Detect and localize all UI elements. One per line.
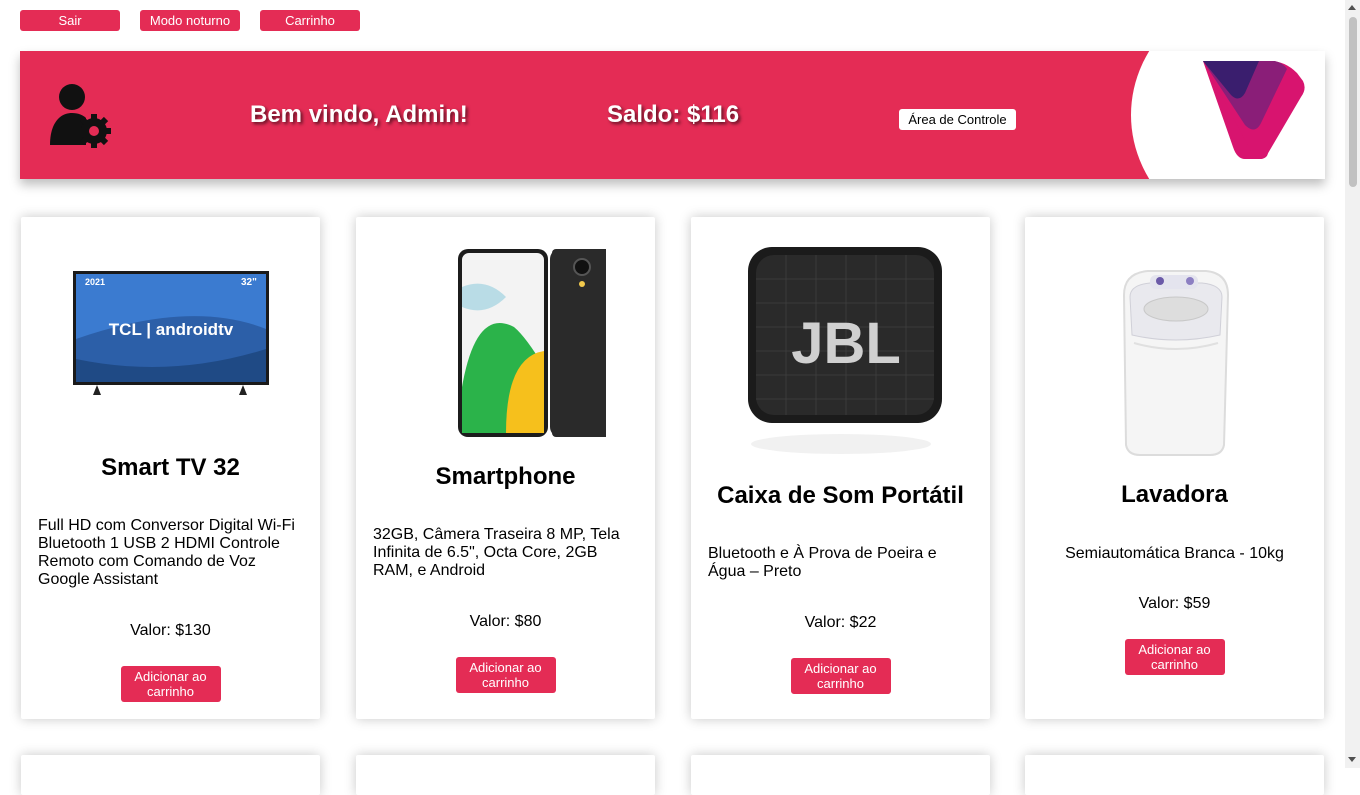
balance-display: Saldo: $116 xyxy=(607,101,740,128)
product-image-speaker: JBL xyxy=(691,239,990,457)
scroll-up-icon[interactable] xyxy=(1348,5,1356,10)
add-to-cart-button[interactable]: Adicionar ao carrinho xyxy=(455,657,556,693)
add-to-cart-button[interactable]: Adicionar ao carrinho xyxy=(790,658,891,694)
cart-button[interactable]: Carrinho xyxy=(260,10,360,31)
tv-brand-text: TCL | androidtv xyxy=(108,320,233,339)
add-to-cart-button[interactable]: Adicionar ao carrinho xyxy=(1124,639,1225,675)
header-banner: Bem vindo, Admin! Saldo: $116 Área de Co… xyxy=(20,51,1325,179)
speaker-brand-text: JBL xyxy=(791,311,901,376)
tv-year-badge: 2021 xyxy=(85,277,105,287)
product-image-tv: 2021 32" TCL | androidtv xyxy=(21,269,320,399)
product-card-row2-4 xyxy=(1025,755,1324,795)
admin-settings-icon xyxy=(50,84,111,148)
product-price: Valor: $22 xyxy=(804,614,877,631)
brand-logo-icon xyxy=(1203,61,1305,159)
product-card-smartphone: Smartphone 32GB, Câmera Traseira 8 MP, T… xyxy=(356,217,655,719)
product-card-row2-1 xyxy=(21,755,320,795)
product-price: Valor: $59 xyxy=(1138,595,1211,612)
logout-button[interactable]: Sair xyxy=(20,10,120,31)
welcome-message: Bem vindo, Admin! xyxy=(250,101,468,128)
tv-size-badge: 32" xyxy=(241,277,257,288)
product-description: Full HD com Conversor Digital Wi-Fi Blue… xyxy=(38,517,295,588)
product-title: Smart TV 32 xyxy=(101,454,240,481)
product-card-row2-3 xyxy=(691,755,990,795)
product-description: 32GB, Câmera Traseira 8 MP, Tela Infinit… xyxy=(373,526,620,579)
product-card-smart-tv: 2021 32" TCL | androidtv Smart TV 32 Ful… xyxy=(21,217,320,719)
product-title: Lavadora xyxy=(1121,481,1228,508)
page-scrollbar[interactable] xyxy=(1345,0,1360,768)
dark-mode-button[interactable]: Modo noturno xyxy=(140,10,240,31)
scroll-thumb[interactable] xyxy=(1349,17,1357,187)
control-area-button[interactable]: Área de Controle xyxy=(899,109,1016,130)
product-title: Caixa de Som Portátil xyxy=(717,482,964,509)
product-card-washer: Lavadora Semiautomática Branca - 10kg Va… xyxy=(1025,217,1324,719)
product-description: Bluetooth e À Prova de Poeira e Água – P… xyxy=(708,545,937,580)
add-to-cart-button[interactable]: Adicionar ao carrinho xyxy=(120,666,221,702)
product-card-speaker: JBL Caixa de Som Portátil Bluetooth e À … xyxy=(691,217,990,719)
product-price: Valor: $130 xyxy=(130,622,211,639)
product-price: Valor: $80 xyxy=(469,613,542,630)
product-card-row2-2 xyxy=(356,755,655,795)
product-title: Smartphone xyxy=(435,463,576,490)
product-image-washer xyxy=(1025,265,1324,459)
scroll-down-icon[interactable] xyxy=(1348,757,1356,762)
product-description: Semiautomática Branca - 10kg xyxy=(1065,545,1284,562)
product-image-smartphone xyxy=(356,247,655,441)
